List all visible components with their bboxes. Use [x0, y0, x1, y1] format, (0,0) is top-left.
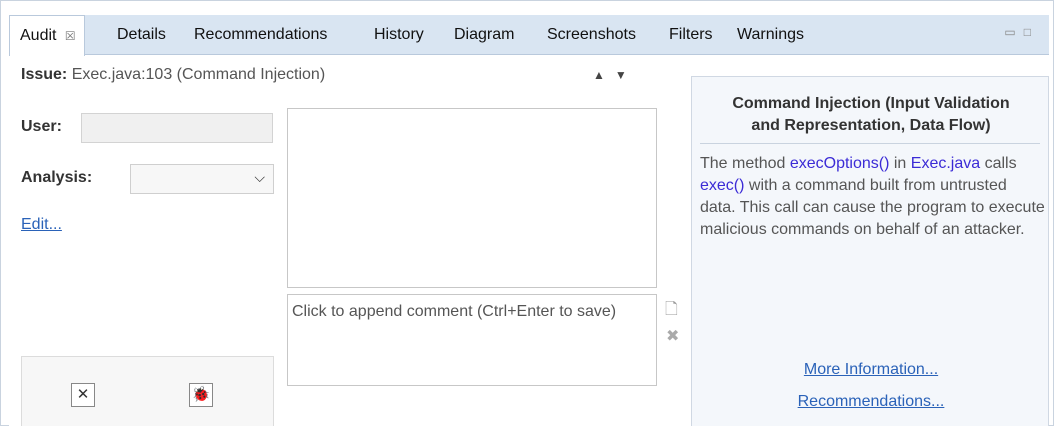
add-comment-icon[interactable]: 🗋 [665, 298, 678, 325]
next-issue-icon[interactable]: ▼ [615, 68, 637, 82]
more-information-link[interactable]: More Information... [692, 361, 1050, 379]
action-button-bar: ✕ 🐞 [21, 356, 274, 426]
delete-comment-icon[interactable]: ✖ [666, 326, 679, 346]
desc-text-2: in [889, 155, 911, 172]
comment-input[interactable]: Click to append comment (Ctrl+Enter to s… [287, 294, 657, 386]
recommendations-link[interactable]: Recommendations... [692, 393, 1050, 411]
maximize-icon[interactable]: □ [1024, 25, 1039, 39]
previous-issue-icon[interactable]: ▲ [593, 68, 615, 82]
user-field[interactable] [81, 113, 273, 143]
minimize-icon[interactable]: ▭ [1004, 25, 1023, 39]
desc-method: execOptions() [789, 155, 890, 172]
issue-label: Issue: [21, 66, 68, 83]
issue-row: Issue: Exec.java:103 (Command Injection) [21, 66, 325, 84]
tab-screenshots[interactable]: Screenshots [547, 15, 636, 55]
audit-content: Issue: Exec.java:103 (Command Injection)… [9, 56, 1049, 426]
tab-audit-label: Audit [20, 27, 57, 44]
bug-icon[interactable]: 🐞 [189, 383, 213, 407]
title-line-1: Command Injection (Input Validation [732, 95, 1010, 112]
tab-recommendations[interactable]: Recommendations [194, 15, 327, 55]
tab-bar: Audit ☒ Details Recommendations History … [9, 15, 1049, 56]
analysis-label: Analysis: [21, 169, 93, 186]
details-divider [700, 143, 1040, 144]
tab-close-icon[interactable]: ☒ [65, 29, 76, 43]
tab-diagram[interactable]: Diagram [454, 15, 514, 55]
title-line-2: and Representation, Data Flow) [751, 117, 991, 134]
suppress-button[interactable]: ✕ [71, 383, 95, 407]
issue-value: Exec.java:103 (Command Injection) [71, 66, 326, 83]
issue-text-area[interactable] [287, 108, 657, 288]
chevron-down-icon: ⌵ [254, 169, 265, 185]
tab-filters[interactable]: Filters [669, 15, 713, 55]
desc-file: Exec.java [910, 155, 981, 172]
desc-text-3: calls [980, 155, 1017, 172]
issue-navigation: ▲▼ [593, 68, 637, 82]
window-controls: ▭□ [1004, 25, 1039, 39]
desc-text-4: with a command built from untrusted data… [700, 177, 1045, 238]
issue-category-title: Command Injection (Input Validation and … [692, 93, 1050, 137]
desc-text-1: The method [700, 155, 790, 172]
desc-call: exec() [700, 177, 745, 194]
tab-audit[interactable]: Audit ☒ [9, 15, 85, 56]
tab-history[interactable]: History [374, 15, 424, 55]
audit-panel: Audit ☒ Details Recommendations History … [0, 0, 1054, 426]
user-label: User: [21, 118, 62, 135]
edit-link[interactable]: Edit... [21, 216, 62, 234]
analysis-select[interactable]: ⌵ [130, 164, 274, 194]
issue-details-panel: Command Injection (Input Validation and … [691, 76, 1049, 426]
tab-warnings[interactable]: Warnings [737, 15, 804, 55]
tab-details[interactable]: Details [117, 15, 166, 55]
issue-description: The method execOptions() in Exec.java ca… [700, 153, 1045, 241]
